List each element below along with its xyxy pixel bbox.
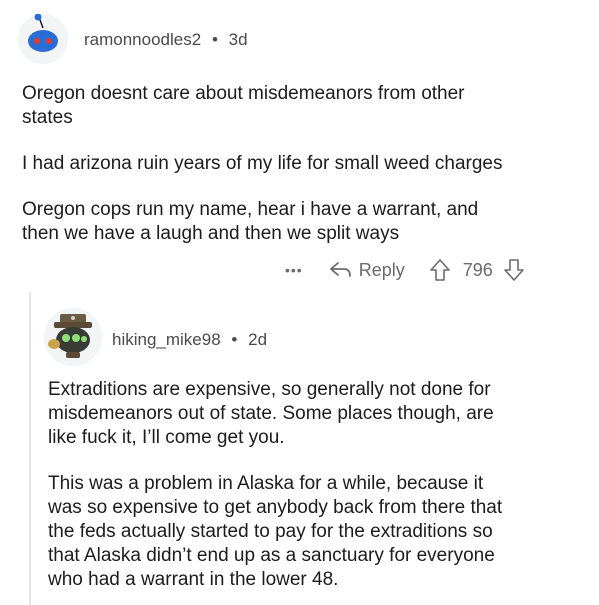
- comment-body: Extraditions are expensive, so generally…: [48, 378, 593, 592]
- comment-header: ramonnoodles2 • 3d: [84, 30, 248, 50]
- text-line: then we have a laugh and then we split w…: [22, 223, 400, 244]
- text-line: This was a problem in Alaska for a while…: [48, 473, 484, 494]
- robot-avatar-icon: [44, 308, 102, 366]
- paragraph: Oregon doesnt care about misdemeanors fr…: [22, 82, 582, 130]
- text-line: misdemeanors out of state. Some places t…: [48, 403, 494, 424]
- more-options-button[interactable]: •••: [285, 262, 303, 278]
- comment-age: 2d: [248, 330, 268, 349]
- reply-button[interactable]: Reply: [329, 260, 405, 281]
- upvote-icon[interactable]: [429, 258, 451, 282]
- paragraph: This was a problem in Alaska for a while…: [48, 472, 593, 592]
- text-line: that Alaska didn’t end up as a sanctuary…: [48, 545, 495, 566]
- comment-header: hiking_mike98 • 2d: [112, 330, 267, 350]
- avatar[interactable]: [18, 13, 68, 64]
- vote-count: 796: [462, 259, 493, 280]
- text-line: the feds actually started to pay for the…: [48, 521, 493, 542]
- text-line: Oregon cops run my name, hear i have a w…: [22, 199, 479, 220]
- paragraph: Extraditions are expensive, so generally…: [48, 378, 593, 450]
- text-line: Oregon doesnt care about misdemeanors fr…: [22, 83, 465, 104]
- downvote-icon[interactable]: [503, 258, 525, 282]
- username[interactable]: hiking_mike98: [112, 330, 221, 349]
- text-line: Extraditions are expensive, so generally…: [48, 379, 491, 400]
- text-line: I had arizona ruin years of my life for …: [22, 153, 503, 174]
- paragraph: I had arizona ruin years of my life for …: [22, 152, 582, 176]
- avatar[interactable]: [44, 308, 102, 366]
- text-line: states: [22, 107, 73, 128]
- reply-label: Reply: [358, 259, 405, 280]
- separator-dot: •: [211, 30, 218, 49]
- comment-actions: ••• Reply 796: [285, 258, 525, 282]
- username[interactable]: ramonnoodles2: [84, 30, 201, 49]
- text-line: who had a warrant in the lower 48.: [48, 569, 339, 590]
- reply-arrow-icon: [329, 262, 351, 277]
- thread-line[interactable]: [29, 292, 31, 605]
- paragraph: Oregon cops run my name, hear i have a w…: [22, 198, 582, 246]
- snoo-avatar-icon: [18, 13, 68, 64]
- comment-age: 3d: [228, 30, 248, 49]
- text-line: like fuck it, I’ll come get you.: [48, 427, 285, 448]
- separator-dot: •: [231, 330, 238, 349]
- comment-body: Oregon doesnt care about misdemeanors fr…: [22, 82, 582, 246]
- text-line: was so expensive to get anybody back fro…: [48, 497, 503, 518]
